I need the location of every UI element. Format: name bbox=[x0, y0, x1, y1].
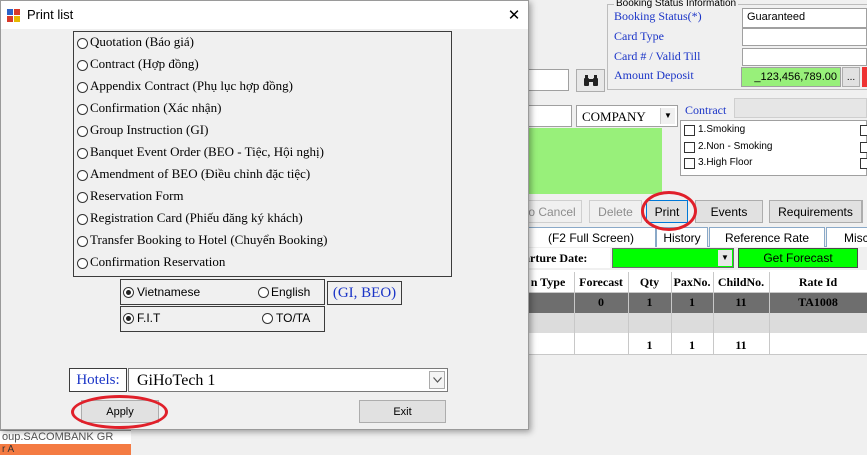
report-option-label[interactable]: Transfer Booking to Hotel (Chuyển Bookin… bbox=[90, 232, 327, 248]
dialog-title: Print list bbox=[27, 7, 74, 22]
report-option-radio[interactable] bbox=[77, 192, 88, 203]
apply-button[interactable]: Apply bbox=[81, 400, 159, 423]
bg-list-item[interactable]: oup.SACOMBANK GR bbox=[0, 430, 131, 445]
english-radio[interactable] bbox=[258, 287, 269, 298]
report-option-label[interactable]: Appendix Contract (Phụ lục hợp đồng) bbox=[90, 78, 293, 94]
report-option-radio[interactable] bbox=[77, 214, 88, 225]
english-label: English bbox=[271, 285, 311, 299]
report-option-label[interactable]: Amendment of BEO (Điều chỉnh đặc tiệc) bbox=[90, 166, 310, 182]
vietnamese-radio[interactable] bbox=[123, 287, 134, 298]
report-option-label[interactable]: Confirmation Reservation bbox=[90, 254, 225, 270]
dialog-titlebar: Print list ✕ bbox=[1, 1, 528, 29]
hotels-select[interactable]: GiHoTech 1 bbox=[128, 368, 448, 392]
report-option-radio[interactable] bbox=[77, 104, 88, 115]
to-ta-radio[interactable] bbox=[262, 313, 273, 324]
report-option-radio[interactable] bbox=[77, 258, 88, 269]
hotels-label: Hotels: bbox=[69, 368, 127, 392]
report-option-radio[interactable] bbox=[77, 60, 88, 71]
report-option-radio[interactable] bbox=[77, 82, 88, 93]
close-button[interactable]: ✕ bbox=[499, 3, 529, 27]
close-icon: ✕ bbox=[507, 7, 521, 24]
report-option-label[interactable]: Reservation Form bbox=[90, 188, 184, 204]
bg-list-item-selected[interactable]: r A bbox=[0, 444, 131, 455]
report-option-radio[interactable] bbox=[77, 126, 88, 137]
app-icon bbox=[7, 9, 20, 22]
report-option-label[interactable]: Contract (Hợp đồng) bbox=[90, 56, 199, 72]
report-option-radio[interactable] bbox=[77, 170, 88, 181]
report-option-label[interactable]: Banquet Event Order (BEO - Tiệc, Hội ngh… bbox=[90, 144, 324, 160]
chevron-down-icon bbox=[429, 371, 445, 389]
report-option-label[interactable]: Group Instruction (GI) bbox=[90, 122, 208, 138]
report-option-radio[interactable] bbox=[77, 236, 88, 247]
report-option-label[interactable]: Registration Card (Phiếu đăng ký khách) bbox=[90, 210, 303, 226]
exit-button[interactable]: Exit bbox=[359, 400, 446, 423]
language-note: (GI, BEO) bbox=[327, 281, 402, 305]
report-option-radio[interactable] bbox=[77, 38, 88, 49]
report-option-label[interactable]: Confirmation (Xác nhận) bbox=[90, 100, 221, 116]
fit-radio[interactable] bbox=[123, 313, 134, 324]
report-option-label[interactable]: Quotation (Báo giá) bbox=[90, 34, 194, 50]
print-list-dialog: Print list ✕ Vietnamese English (GI, BEO… bbox=[0, 0, 529, 430]
hotels-value: GiHoTech 1 bbox=[137, 372, 216, 389]
report-option-radio[interactable] bbox=[77, 148, 88, 159]
fit-label: F.I.T bbox=[137, 311, 161, 325]
vietnamese-label: Vietnamese bbox=[137, 285, 201, 299]
to-ta-label: TO/TA bbox=[276, 311, 311, 325]
